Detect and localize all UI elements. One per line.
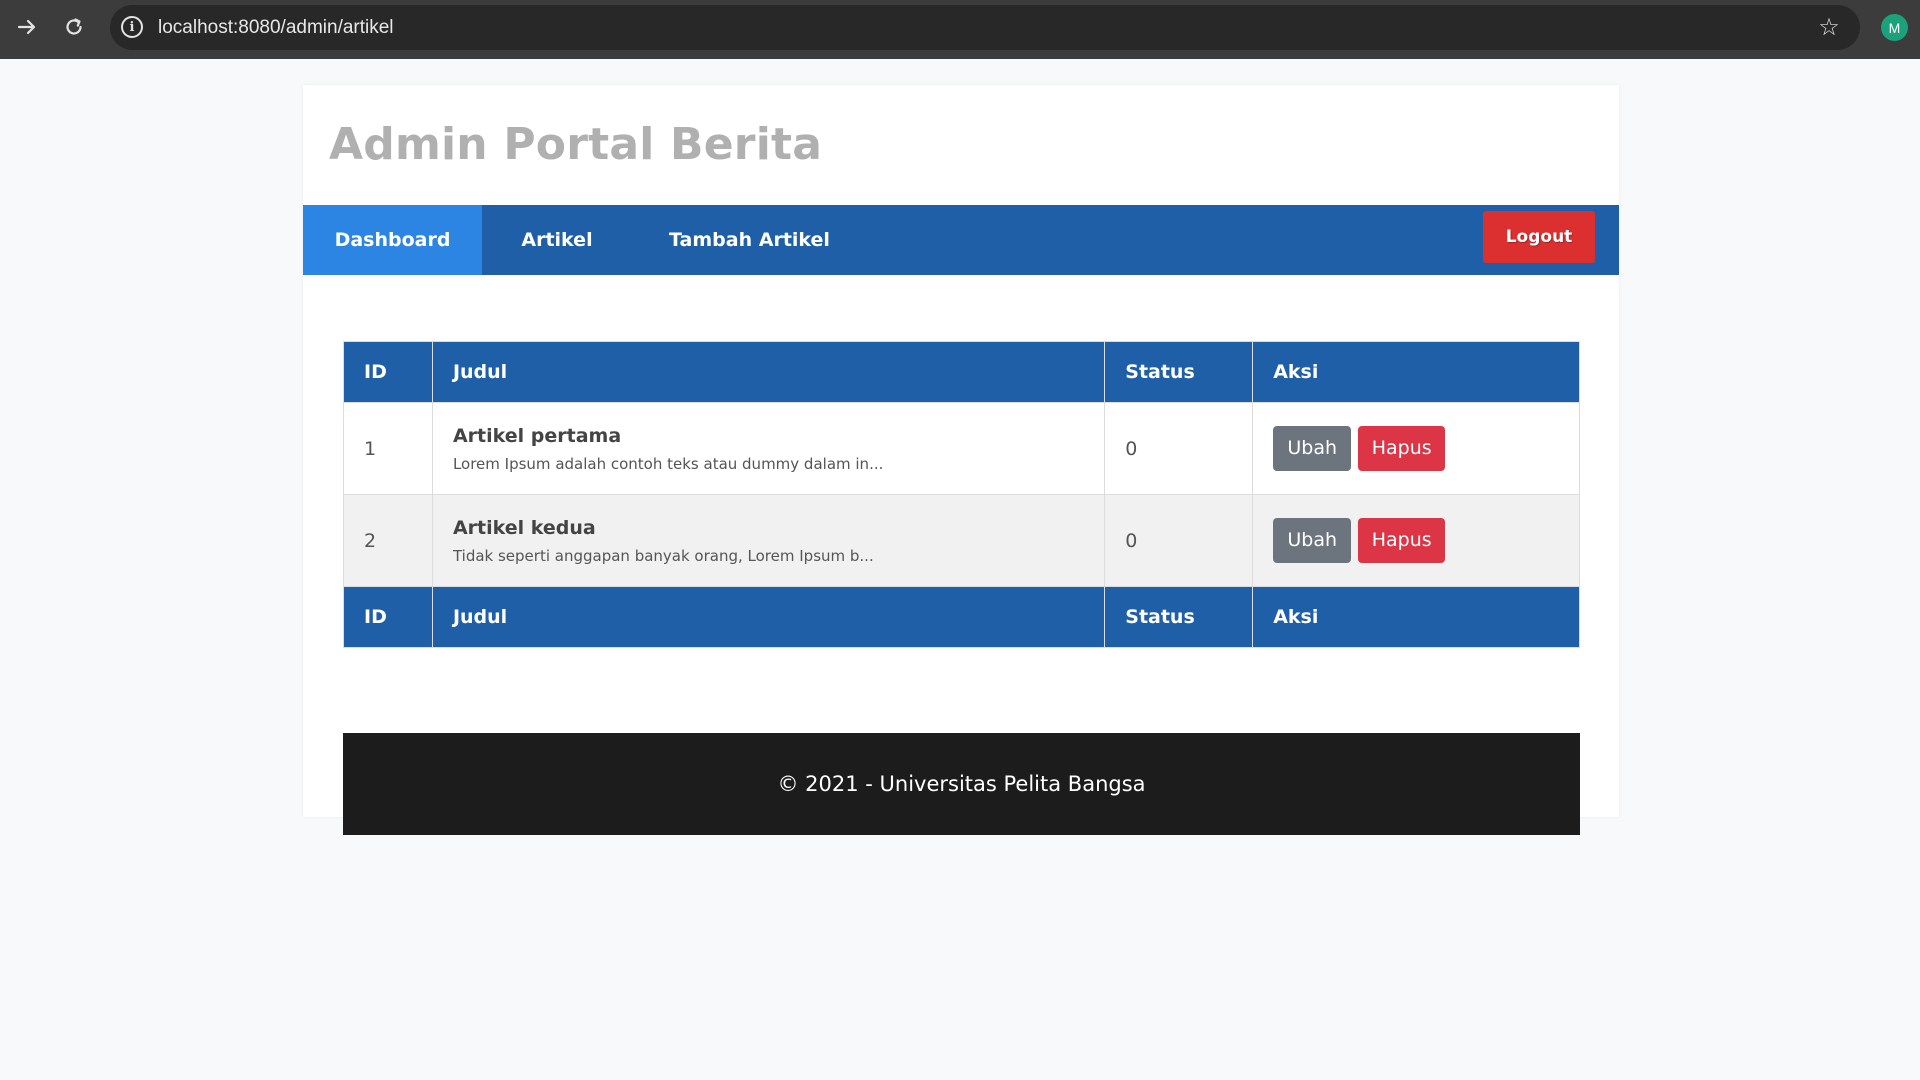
edit-button[interactable]: Ubah xyxy=(1273,426,1352,471)
header-judul: Judul xyxy=(431,341,1106,403)
page-container: Admin Portal Berita Dashboard Artikel Ta… xyxy=(303,85,1619,835)
table-row: 1 Artikel pertama Lorem Ipsum adalah con… xyxy=(343,402,1580,495)
table-header-row: ID Judul Status Aksi xyxy=(343,341,1580,403)
cell-aksi: Ubah Hapus xyxy=(1252,494,1580,587)
table-row: 2 Artikel kedua Tidak seperti anggapan b… xyxy=(343,494,1580,587)
site-footer: © 2021 - Universitas Pelita Bangsa xyxy=(343,733,1580,835)
table-footer-row: ID Judul Status Aksi xyxy=(343,586,1580,648)
cell-judul: Artikel kedua Tidak seperti anggapan ban… xyxy=(431,494,1106,587)
articles-table: ID Judul Status Aksi 1 Artikel pertama L… xyxy=(343,341,1580,648)
article-title: Artikel pertama xyxy=(452,424,622,447)
footer-header-aksi: Aksi xyxy=(1252,586,1580,648)
site-title: Admin Portal Berita xyxy=(329,119,823,170)
profile-avatar[interactable]: M xyxy=(1881,14,1908,41)
edit-button[interactable]: Ubah xyxy=(1273,518,1352,563)
main-navbar: Dashboard Artikel Tambah Artikel Logout xyxy=(303,205,1619,275)
info-icon[interactable]: i xyxy=(121,16,143,38)
forward-icon[interactable] xyxy=(10,10,44,44)
delete-button[interactable]: Hapus xyxy=(1358,518,1446,563)
footer-header-status: Status xyxy=(1104,586,1254,648)
header-id: ID xyxy=(343,341,433,403)
nav-item-artikel[interactable]: Artikel xyxy=(482,205,632,275)
footer-header-judul: Judul xyxy=(431,586,1106,648)
article-excerpt: Lorem Ipsum adalah contoh teks atau dumm… xyxy=(452,454,884,473)
cell-id: 1 xyxy=(343,402,433,495)
nav-item-dashboard[interactable]: Dashboard xyxy=(303,205,482,275)
nav-item-tambah-artikel[interactable]: Tambah Artikel xyxy=(632,205,867,275)
browser-toolbar: i localhost:8080/admin/artikel ☆ M xyxy=(0,0,1920,59)
cell-aksi: Ubah Hapus xyxy=(1252,402,1580,495)
header-aksi: Aksi xyxy=(1252,341,1580,403)
delete-button[interactable]: Hapus xyxy=(1358,426,1446,471)
url-text[interactable]: localhost:8080/admin/artikel xyxy=(158,5,394,50)
cell-status: 0 xyxy=(1104,494,1254,587)
star-icon[interactable]: ☆ xyxy=(1815,13,1843,41)
address-bar[interactable]: i localhost:8080/admin/artikel ☆ xyxy=(110,5,1860,50)
cell-id: 2 xyxy=(343,494,433,587)
article-title: Artikel kedua xyxy=(452,516,596,539)
footer-header-id: ID xyxy=(343,586,433,648)
header-status: Status xyxy=(1104,341,1254,403)
cell-judul: Artikel pertama Lorem Ipsum adalah conto… xyxy=(431,402,1106,495)
reload-icon[interactable] xyxy=(57,10,91,44)
cell-status: 0 xyxy=(1104,402,1254,495)
article-excerpt: Tidak seperti anggapan banyak orang, Lor… xyxy=(452,546,874,565)
logout-button[interactable]: Logout xyxy=(1483,211,1595,263)
